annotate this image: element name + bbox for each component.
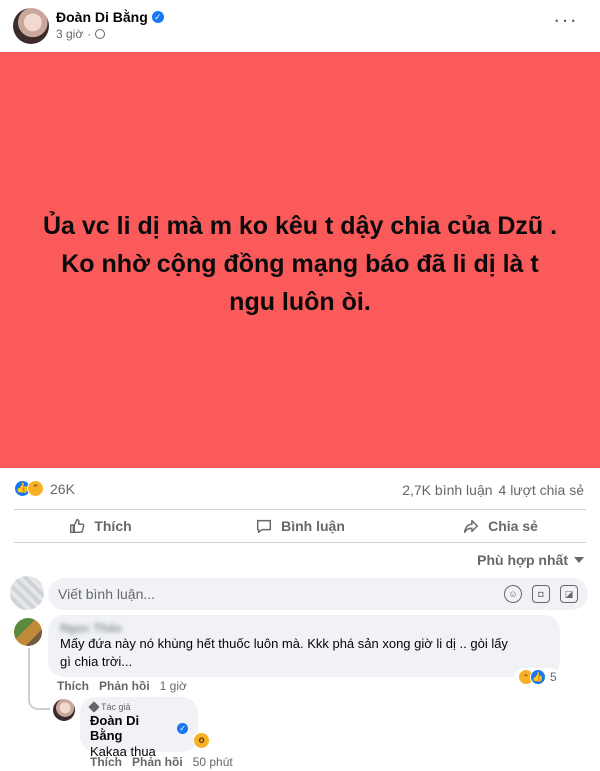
comment-actions: Thích Phản hồi 1 giờ xyxy=(57,679,187,693)
post-actions: Thích Bình luận Chia sẻ xyxy=(0,510,600,542)
comment-text-line: gì chia trời... xyxy=(60,654,133,669)
reply-reactions[interactable]: o xyxy=(193,732,210,749)
globe-icon xyxy=(95,29,106,39)
sticker-icon[interactable]: ◪ xyxy=(560,585,578,603)
comment-bubble-icon xyxy=(257,519,272,534)
wow-reaction-icon: o xyxy=(193,732,210,749)
post-text-line: Ko nhờ cộng đồng mạng báo đã li dị là t xyxy=(61,250,539,278)
comment-reaction-count: 5 xyxy=(550,670,557,684)
author-name-row: Đoàn Di Bằng ✓ xyxy=(56,9,164,25)
reply-actions: Thích Phản hồi 50 phút xyxy=(90,755,233,769)
comment-composer: ☺ ◘ ◪ xyxy=(48,578,588,610)
post-meta: 3 giờ · xyxy=(56,27,106,41)
commenter-name[interactable]: Ngọc Thảo xyxy=(60,621,548,635)
pencil-icon xyxy=(88,701,100,713)
divider xyxy=(14,542,586,543)
verified-badge-icon: ✓ xyxy=(177,722,188,734)
reply-reply-link[interactable]: Phản hồi xyxy=(132,755,183,769)
reply-name-row: Đoàn Di Bằng ✓ xyxy=(90,713,188,743)
author-name[interactable]: Đoàn Di Bằng xyxy=(56,9,148,25)
comment-sort-dropdown[interactable]: Phù hợp nhất xyxy=(477,552,584,568)
reaction-count: 26K xyxy=(50,480,75,497)
camera-icon[interactable]: ◘ xyxy=(532,585,550,603)
sort-label: Phù hợp nhất xyxy=(477,552,568,568)
share-button[interactable]: Chia sẻ xyxy=(400,510,600,542)
reply-time[interactable]: 50 phút xyxy=(193,755,233,769)
comment-reply-link[interactable]: Phản hồi xyxy=(99,679,150,693)
post-text-line: ngu luôn òi. xyxy=(229,288,371,316)
meta-separator: · xyxy=(87,27,92,41)
reply-like-link[interactable]: Thích xyxy=(90,755,122,769)
reply-thread-line xyxy=(28,648,50,710)
post-time[interactable]: 3 giờ xyxy=(56,27,83,41)
author-avatar[interactable] xyxy=(13,8,49,44)
comment-label: Bình luận xyxy=(281,518,345,534)
composer-icons: ☺ ◘ ◪ xyxy=(504,585,578,603)
reply-author-avatar[interactable] xyxy=(53,699,75,721)
verified-badge-icon: ✓ xyxy=(151,11,164,23)
comment-reactions[interactable]: ᵔ 👍 5 xyxy=(515,668,560,686)
emoji-icon[interactable]: ☺ xyxy=(504,585,522,603)
caret-down-icon xyxy=(574,557,584,563)
author-badge: Tác giả xyxy=(88,701,188,713)
comment-count-link[interactable]: 2,7K bình luận xyxy=(402,482,492,498)
reply-author-name[interactable]: Đoàn Di Bằng xyxy=(90,713,174,743)
comment-like-link[interactable]: Thích xyxy=(57,679,89,693)
author-badge-label: Tác giả xyxy=(101,702,131,712)
like-button[interactable]: Thích xyxy=(0,510,200,542)
commenter-avatar[interactable] xyxy=(14,618,42,646)
comment-text-line: Mấy đứa này nó khùng hết thuốc luôn mà. … xyxy=(60,636,508,651)
thumbs-up-icon xyxy=(70,518,85,534)
reaction-summary[interactable]: 👍 ᵔ 26K xyxy=(14,480,75,497)
post-text-line: Ủa vc li dị mà m ko kêu t dậy chia của D… xyxy=(42,212,558,240)
comment-share-stats: 2,7K bình luận 4 lượt chia sẻ xyxy=(402,482,584,498)
comment-time[interactable]: 1 giờ xyxy=(160,679,187,693)
post-content: Ủa vc li dị mà m ko kêu t dậy chia của D… xyxy=(0,52,600,468)
current-user-avatar xyxy=(10,576,44,610)
post-stats: 👍 ᵔ 26K 2,7K bình luận 4 lượt chia sẻ xyxy=(0,468,600,510)
share-count-link[interactable]: 4 lượt chia sẻ xyxy=(499,482,584,498)
share-label: Chia sẻ xyxy=(488,518,538,534)
more-options-icon[interactable]: ··· xyxy=(553,9,578,31)
like-reaction-icon: 👍 xyxy=(530,669,546,685)
comment-button[interactable]: Bình luận xyxy=(200,510,400,542)
like-label: Thích xyxy=(94,518,132,534)
reply-bubble: Tác giả Đoàn Di Bằng ✓ Kakaa thua xyxy=(80,697,198,759)
post-text: Ủa vc li dị mà m ko kêu t dậy chia của D… xyxy=(20,207,580,321)
share-arrow-icon xyxy=(464,519,479,534)
post-header: Đoàn Di Bằng ✓ 3 giờ · ··· xyxy=(0,0,600,52)
haha-reaction-icon: ᵔ xyxy=(27,480,44,497)
comment-input[interactable] xyxy=(48,578,488,610)
comment-bubble: Ngọc Thảo Mấy đứa này nó khùng hết thuốc… xyxy=(48,615,560,677)
